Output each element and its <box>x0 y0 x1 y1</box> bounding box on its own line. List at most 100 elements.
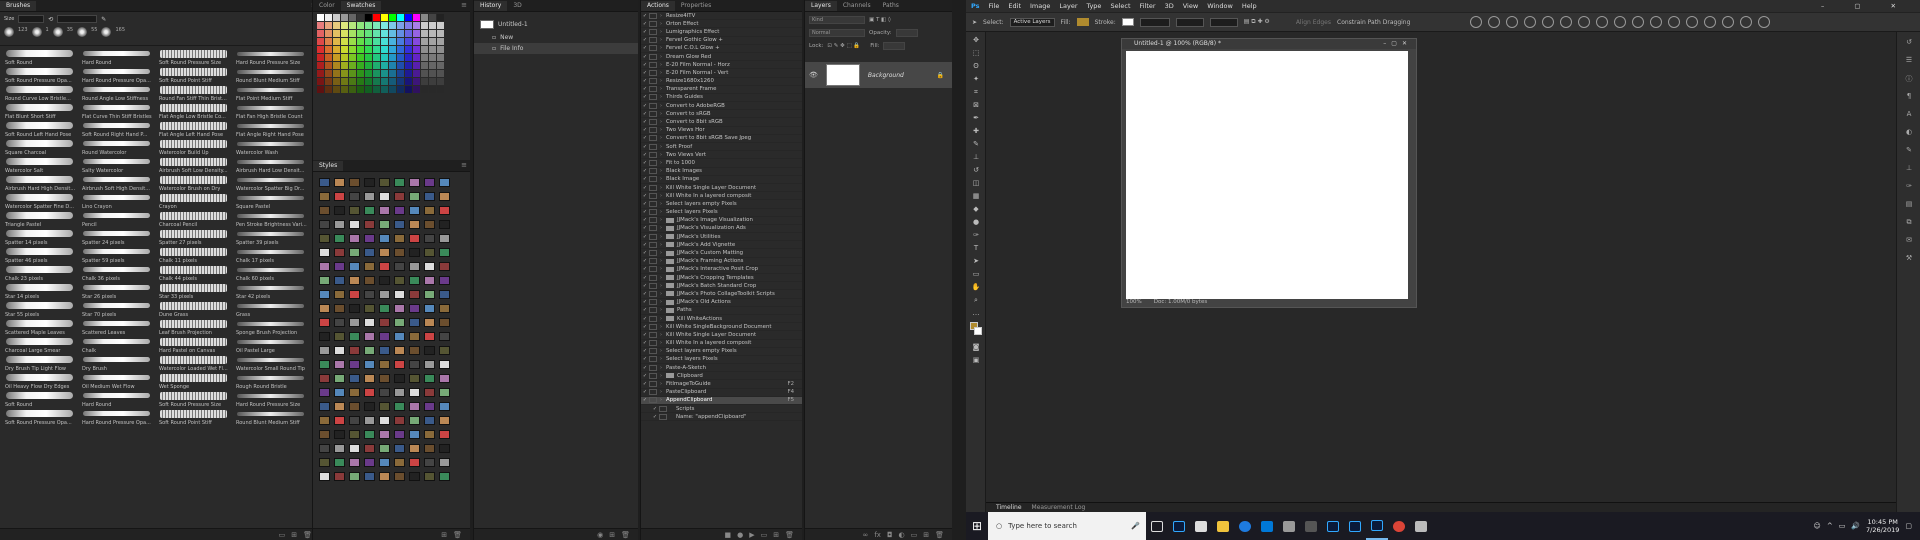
swatch[interactable] <box>373 54 380 61</box>
check-icon[interactable]: ✓ <box>641 291 649 297</box>
style-swatch[interactable] <box>349 290 360 299</box>
action-item[interactable]: ✓ › Select layers empty Pixels <box>641 348 802 356</box>
camera-icon[interactable]: ◉ <box>597 531 603 539</box>
swatch[interactable] <box>349 86 356 93</box>
swatch[interactable] <box>341 30 348 37</box>
swatch[interactable] <box>317 54 324 61</box>
preset-icon[interactable] <box>1722 16 1734 28</box>
swatch[interactable] <box>437 78 444 85</box>
style-swatch[interactable] <box>364 206 375 215</box>
brush-preset[interactable]: Round Watercolor <box>80 138 156 156</box>
swatch[interactable] <box>397 54 404 61</box>
style-swatch[interactable] <box>364 276 375 285</box>
style-swatch[interactable] <box>439 458 450 467</box>
swatch[interactable] <box>357 78 364 85</box>
tab-actions[interactable]: Actions <box>641 1 675 11</box>
style-swatch[interactable] <box>379 234 390 243</box>
brush-preset[interactable]: Oil Pastel Large <box>234 336 310 354</box>
menu-image[interactable]: Image <box>1030 2 1050 10</box>
swatch[interactable] <box>413 62 420 69</box>
tab-layers[interactable]: Layers <box>805 1 837 11</box>
check-icon[interactable]: ✓ <box>641 78 649 84</box>
style-swatch[interactable] <box>439 262 450 271</box>
quick-mask-icon[interactable]: ◙ <box>970 342 982 352</box>
style-swatch[interactable] <box>334 192 345 201</box>
style-swatch[interactable] <box>364 192 375 201</box>
style-swatch[interactable] <box>424 332 435 341</box>
swatch[interactable] <box>317 62 324 69</box>
dialog-toggle[interactable] <box>649 217 657 224</box>
magic-wand-icon[interactable]: ✦ <box>970 74 982 84</box>
check-icon[interactable]: ✓ <box>641 144 649 150</box>
mask-icon[interactable]: ◘ <box>887 531 893 539</box>
brush-preset[interactable]: Soft Round Pressure Opa... <box>3 408 79 426</box>
dialog-toggle[interactable] <box>649 331 657 338</box>
check-icon[interactable]: ✓ <box>641 54 649 60</box>
style-swatch[interactable] <box>379 178 390 187</box>
preset-icon[interactable] <box>1704 16 1716 28</box>
style-swatch[interactable] <box>334 248 345 257</box>
swatch[interactable] <box>397 14 404 21</box>
dialog-toggle[interactable] <box>649 250 657 257</box>
swatch[interactable] <box>341 22 348 29</box>
eye-icon[interactable]: 👁 <box>809 71 818 79</box>
type-tool-icon[interactable]: T <box>970 243 982 253</box>
brush-preset[interactable]: Oil Heavy Flow Dry Edges <box>3 372 79 390</box>
frame-tool-icon[interactable]: ⊠ <box>970 100 982 110</box>
dialog-toggle[interactable] <box>649 241 657 248</box>
swatch[interactable] <box>317 22 324 29</box>
style-swatch[interactable] <box>439 206 450 215</box>
swatch[interactable] <box>333 38 340 45</box>
style-swatch[interactable] <box>379 444 390 453</box>
dodge-tool-icon[interactable]: ● <box>970 217 982 227</box>
dialog-toggle[interactable] <box>649 151 657 158</box>
style-swatch[interactable] <box>349 402 360 411</box>
mic-icon[interactable]: 🎤 <box>1131 522 1140 530</box>
swatch[interactable] <box>405 62 412 69</box>
swatch[interactable] <box>389 62 396 69</box>
style-swatch[interactable] <box>439 290 450 299</box>
brush-preset[interactable]: Square Charcoal <box>3 138 79 156</box>
style-swatch[interactable] <box>349 360 360 369</box>
swatch[interactable] <box>317 46 324 53</box>
style-swatch[interactable] <box>349 192 360 201</box>
style-swatch[interactable] <box>409 416 420 425</box>
style-swatch[interactable] <box>394 304 405 313</box>
style-swatch[interactable] <box>319 318 330 327</box>
path-select-icon[interactable]: ➤ <box>970 256 982 266</box>
dialog-toggle[interactable] <box>649 274 657 281</box>
swatch[interactable] <box>341 86 348 93</box>
swatch[interactable] <box>437 70 444 77</box>
check-icon[interactable]: ✓ <box>641 70 649 76</box>
style-swatch[interactable] <box>334 472 345 481</box>
style-swatch[interactable] <box>364 318 375 327</box>
dialog-toggle[interactable] <box>649 258 657 265</box>
style-swatch[interactable] <box>424 248 435 257</box>
style-swatch[interactable] <box>424 290 435 299</box>
brush-preset[interactable]: Chalk 17 pixels <box>234 246 310 264</box>
style-swatch[interactable] <box>334 374 345 383</box>
brush-preset[interactable]: Watercolor Spatter Big Dr... <box>234 174 310 192</box>
brush-tool-icon[interactable]: ✎ <box>970 139 982 149</box>
check-icon[interactable]: ✓ <box>641 37 649 43</box>
style-swatch[interactable] <box>394 206 405 215</box>
swatch[interactable] <box>413 54 420 61</box>
swatch[interactable] <box>365 62 372 69</box>
tab-3d[interactable]: 3D <box>507 1 527 11</box>
style-swatch[interactable] <box>364 178 375 187</box>
check-icon[interactable]: ✓ <box>641 193 649 199</box>
preset-icon[interactable] <box>1596 16 1608 28</box>
swatch[interactable] <box>365 70 372 77</box>
tab-timeline[interactable]: Timeline <box>996 504 1022 511</box>
kind-filter[interactable]: Kind <box>809 16 865 24</box>
task-view-icon[interactable] <box>1146 512 1168 540</box>
dialog-toggle[interactable] <box>649 200 657 207</box>
dialog-toggle[interactable] <box>649 348 657 355</box>
swatch[interactable] <box>381 30 388 37</box>
swatch[interactable] <box>421 38 428 45</box>
swatch[interactable] <box>341 62 348 69</box>
action-item[interactable]: ✓ › Fervel C.O.L Glow + <box>641 45 802 53</box>
new-layer-icon[interactable]: ⊞ <box>923 531 929 539</box>
style-swatch[interactable] <box>424 388 435 397</box>
tab-history[interactable]: History <box>474 1 508 11</box>
